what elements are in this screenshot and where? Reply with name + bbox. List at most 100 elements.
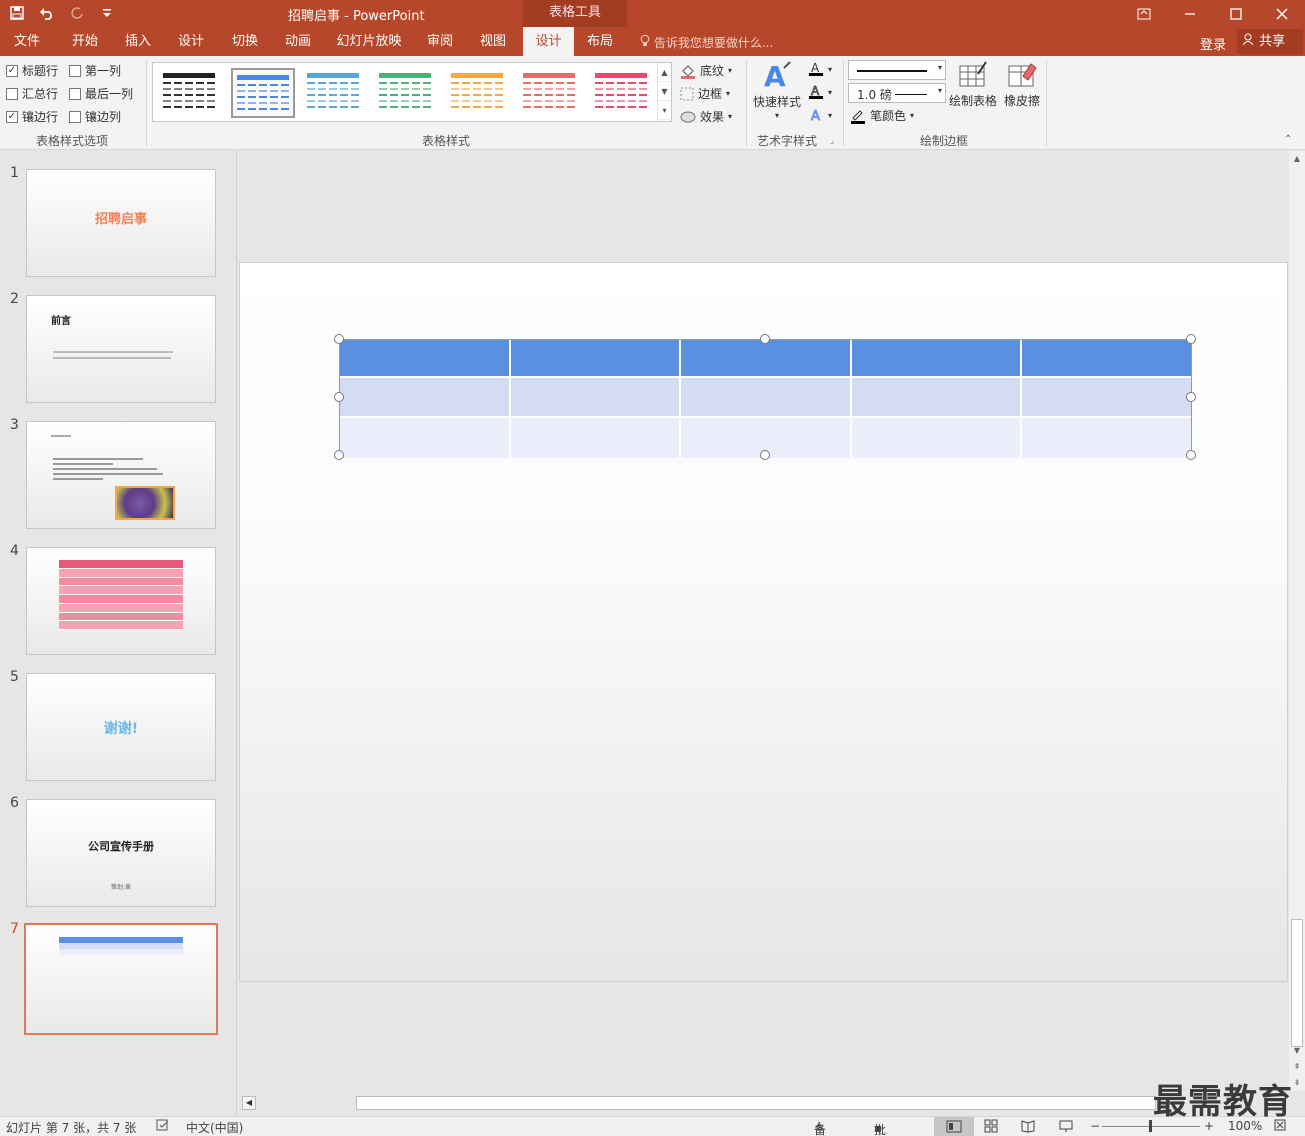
pen-color-button[interactable]: 笔颜色 ▾: [850, 107, 914, 124]
tab-file[interactable]: 文件: [4, 27, 50, 56]
slide-sorter-icon[interactable]: [984, 1119, 998, 1136]
slide-thumbnail-6[interactable]: 公司宣传手册 策划:黄: [26, 799, 216, 907]
table-cell[interactable]: [1022, 418, 1191, 458]
slideshow-icon[interactable]: [1059, 1119, 1073, 1136]
maximize-icon[interactable]: [1213, 0, 1259, 27]
current-slide[interactable]: [239, 262, 1288, 982]
pen-style-dropdown[interactable]: ▾: [848, 60, 946, 80]
shading-button[interactable]: 底纹 ▾: [680, 62, 732, 79]
scroll-left-icon[interactable]: ◀: [242, 1096, 256, 1110]
undo-icon[interactable]: [36, 3, 58, 23]
tab-slideshow[interactable]: 幻灯片放映: [332, 27, 406, 56]
header-row-checkbox[interactable]: ✓ 标题行: [6, 62, 58, 79]
scroll-thumb[interactable]: [356, 1096, 1156, 1110]
table-style-option[interactable]: [519, 68, 583, 118]
tab-table-design[interactable]: 设计: [523, 27, 574, 56]
table-cell[interactable]: [851, 418, 1023, 458]
scroll-up-icon[interactable]: ▲: [1289, 151, 1305, 167]
prev-slide-icon[interactable]: ⇞: [1289, 1059, 1305, 1075]
spelling-icon[interactable]: [156, 1119, 170, 1134]
slide-thumbnail-2[interactable]: 前言: [26, 295, 216, 403]
tab-transitions[interactable]: 切换: [222, 27, 268, 56]
gallery-more-icon[interactable]: ▾: [658, 101, 671, 120]
table-style-option[interactable]: [591, 68, 655, 118]
table-style-option[interactable]: [159, 68, 223, 118]
dialog-launcher-icon[interactable]: ⌟: [830, 136, 834, 146]
text-fill-button[interactable]: A ▾: [808, 61, 832, 77]
slide-table[interactable]: [339, 339, 1192, 458]
resize-handle[interactable]: [334, 450, 344, 460]
quick-styles-button[interactable]: A 快速样式 ▾: [752, 60, 802, 120]
first-column-checkbox[interactable]: 第一列: [69, 62, 121, 79]
table-cell[interactable]: [851, 378, 1023, 416]
effects-button[interactable]: 效果 ▾: [680, 108, 732, 125]
tab-design[interactable]: 设计: [168, 27, 214, 56]
banded-columns-checkbox[interactable]: 镶边列: [69, 108, 121, 125]
tab-review[interactable]: 审阅: [417, 27, 463, 56]
login-link[interactable]: 登录: [1200, 34, 1226, 53]
resize-handle[interactable]: [1186, 392, 1196, 402]
gallery-up-icon[interactable]: ▲: [658, 63, 671, 82]
collapse-ribbon-icon[interactable]: ⌃: [1284, 134, 1292, 145]
tab-view[interactable]: 视图: [470, 27, 516, 56]
tell-me-box[interactable]: 告诉我您想要做什么...: [640, 34, 773, 51]
table-cell[interactable]: [851, 340, 1023, 376]
table-cell[interactable]: [510, 418, 682, 458]
customize-icon[interactable]: [96, 3, 118, 23]
tab-animations[interactable]: 动画: [275, 27, 321, 56]
scroll-down-icon[interactable]: ▼: [1289, 1043, 1305, 1059]
table-cell[interactable]: [1022, 378, 1191, 416]
resize-handle[interactable]: [334, 392, 344, 402]
table-cell[interactable]: [340, 418, 511, 458]
banded-rows-checkbox[interactable]: ✓ 镶边行: [6, 108, 58, 125]
pen-weight-dropdown[interactable]: 1.0 磅 ▾: [848, 83, 946, 103]
minimize-icon[interactable]: [1167, 0, 1213, 27]
table-cell[interactable]: [681, 378, 852, 416]
slide-thumbnail-3[interactable]: [26, 421, 216, 529]
normal-view-icon[interactable]: [934, 1117, 974, 1136]
text-effects-button[interactable]: A ▾: [808, 107, 832, 123]
close-icon[interactable]: [1259, 0, 1305, 27]
total-row-checkbox[interactable]: 汇总行: [6, 85, 58, 102]
table-cell[interactable]: [510, 378, 682, 416]
share-button[interactable]: 共享: [1237, 29, 1303, 54]
horizontal-scrollbar[interactable]: ◀: [238, 1093, 1305, 1113]
vertical-scrollbar[interactable]: ▲ ▼ ⇞ ⇟: [1289, 151, 1305, 1091]
slide-thumbnail-7[interactable]: [24, 923, 218, 1035]
slide-thumbnail-4[interactable]: [26, 547, 216, 655]
resize-handle[interactable]: [334, 334, 344, 344]
tab-insert[interactable]: 插入: [115, 27, 161, 56]
ribbon-display-icon[interactable]: [1121, 0, 1167, 27]
eraser-button[interactable]: 橡皮擦: [1002, 60, 1042, 109]
slide-thumbnail-1[interactable]: 招聘启事: [26, 169, 216, 277]
reading-view-icon[interactable]: [1021, 1119, 1035, 1136]
draw-table-button[interactable]: 绘制表格: [948, 60, 998, 109]
resize-handle[interactable]: [1186, 334, 1196, 344]
table-style-option[interactable]: [447, 68, 511, 118]
border-button[interactable]: 边框 ▾: [680, 85, 730, 102]
table-cell[interactable]: [510, 340, 682, 376]
zoom-slider-thumb[interactable]: [1149, 1120, 1152, 1132]
language[interactable]: 中文(中国): [186, 1119, 243, 1136]
text-outline-button[interactable]: A ▾: [808, 84, 832, 100]
slide-thumbnail-5[interactable]: 谢谢!: [26, 673, 216, 781]
resize-handle[interactable]: [760, 450, 770, 460]
tab-table-layout[interactable]: 布局: [577, 27, 623, 56]
table-style-option[interactable]: [231, 68, 295, 118]
table-cell[interactable]: [1022, 340, 1191, 376]
table-cell[interactable]: [681, 340, 852, 376]
last-column-checkbox[interactable]: 最后一列: [69, 85, 133, 102]
gallery-down-icon[interactable]: ▼: [658, 82, 671, 101]
tab-home[interactable]: 开始: [62, 27, 108, 56]
table-style-option[interactable]: [303, 68, 367, 118]
table-cell[interactable]: [340, 378, 511, 416]
save-icon[interactable]: [6, 3, 28, 23]
mini-table-row: [59, 560, 183, 569]
resize-handle[interactable]: [1186, 450, 1196, 460]
resize-handle[interactable]: [760, 334, 770, 344]
table-cell[interactable]: [340, 340, 511, 376]
zoom-out-icon[interactable]: −: [1090, 1119, 1100, 1133]
redo-icon[interactable]: [66, 3, 88, 23]
scroll-thumb[interactable]: [1291, 919, 1303, 1047]
table-style-option[interactable]: [375, 68, 439, 118]
